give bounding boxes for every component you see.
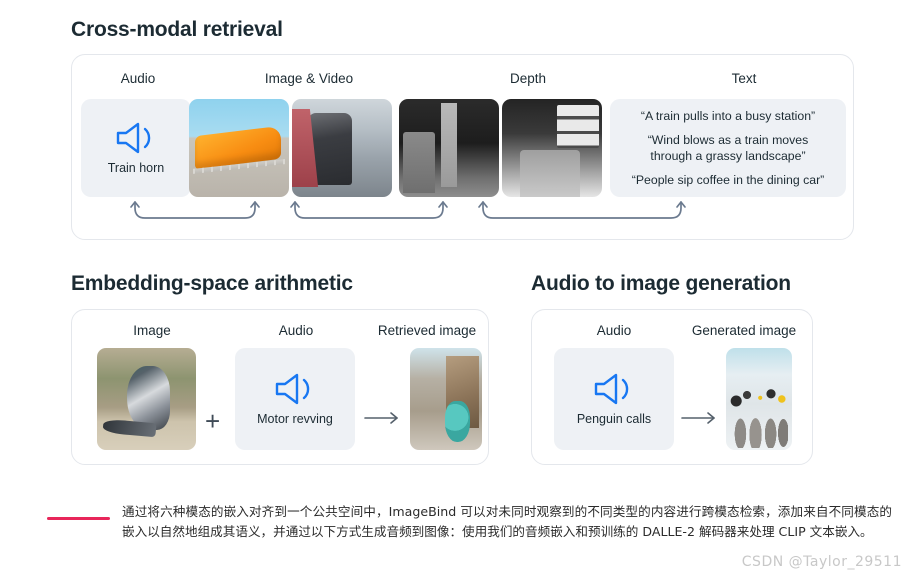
plus-operator: +	[205, 406, 221, 436]
a2i-audio-tile-penguin-calls[interactable]: Penguin calls	[554, 348, 674, 450]
column-label-depth: Depth	[509, 71, 547, 86]
caption-quote-2: “Wind blows as a train moves through a g…	[647, 132, 809, 163]
a2i-column-label-audio: Audio	[596, 323, 632, 338]
embedding-arithmetic-card: Image Audio Retrieved image + Motor revv…	[71, 309, 489, 465]
image-tile-red-train[interactable]	[292, 99, 392, 197]
embed-audio-tile-motor-revving[interactable]: Motor revving	[235, 348, 355, 450]
audio-tile-label: Train horn	[107, 161, 165, 175]
embed-column-label-retrieved: Retrieved image	[377, 323, 477, 338]
poster-root: Cross-modal retrieval Audio Image & Vide…	[0, 0, 916, 580]
embed-image-tile-pigeon[interactable]	[97, 348, 196, 450]
watermark: CSDN @Taylor_29511	[741, 554, 902, 570]
embed-column-label-image: Image	[133, 323, 171, 338]
arrow-right-icon	[681, 412, 715, 424]
caption-text: 通过将六种模态的嵌入对齐到一个公共空间中，ImageBind 可以对未同时观察到…	[122, 504, 892, 540]
audio-to-image-title: Audio to image generation	[531, 272, 791, 295]
caption-rule	[47, 517, 110, 520]
a2i-result-tile-penguins[interactable]	[726, 348, 792, 450]
depth-tile-platform[interactable]	[502, 99, 602, 197]
column-label-audio: Audio	[120, 71, 156, 86]
audio-to-image-card: Audio Generated image Penguin calls	[531, 309, 813, 465]
modality-link-arrows	[130, 201, 686, 219]
speaker-icon	[116, 122, 151, 154]
embed-column-label-audio: Audio	[278, 323, 314, 338]
caption-quote-1: “A train pulls into a busy station”	[640, 108, 816, 123]
cross-modal-column-labels: Audio Image & Video Depth Text	[72, 71, 853, 91]
caption-quote-3: “People sip coffee in the dining car”	[631, 173, 825, 188]
arrow-right-icon	[364, 412, 398, 424]
a2i-column-label-generated: Generated image	[691, 323, 797, 338]
column-label-text: Text	[731, 71, 757, 86]
text-tile-captions[interactable]: “A train pulls into a busy station” “Win…	[610, 99, 846, 197]
audio-tile-train-horn[interactable]: Train horn	[81, 99, 191, 197]
cross-modal-title: Cross-modal retrieval	[71, 18, 283, 41]
embedding-arithmetic-title: Embedding-space arithmetic	[71, 272, 353, 295]
cross-modal-tiles: Train horn “A train pulls into a busy st…	[72, 99, 855, 199]
a2i-audio-tile-label: Penguin calls	[576, 412, 652, 426]
speaker-icon	[275, 373, 310, 405]
embed-audio-tile-label: Motor revving	[257, 412, 333, 426]
column-label-image-video: Image & Video	[264, 71, 354, 86]
image-tile-orange-train[interactable]	[189, 99, 289, 197]
depth-tile-crossing-sign[interactable]	[399, 99, 499, 197]
embed-result-tile-scooter[interactable]	[410, 348, 482, 450]
speaker-icon	[594, 373, 629, 405]
